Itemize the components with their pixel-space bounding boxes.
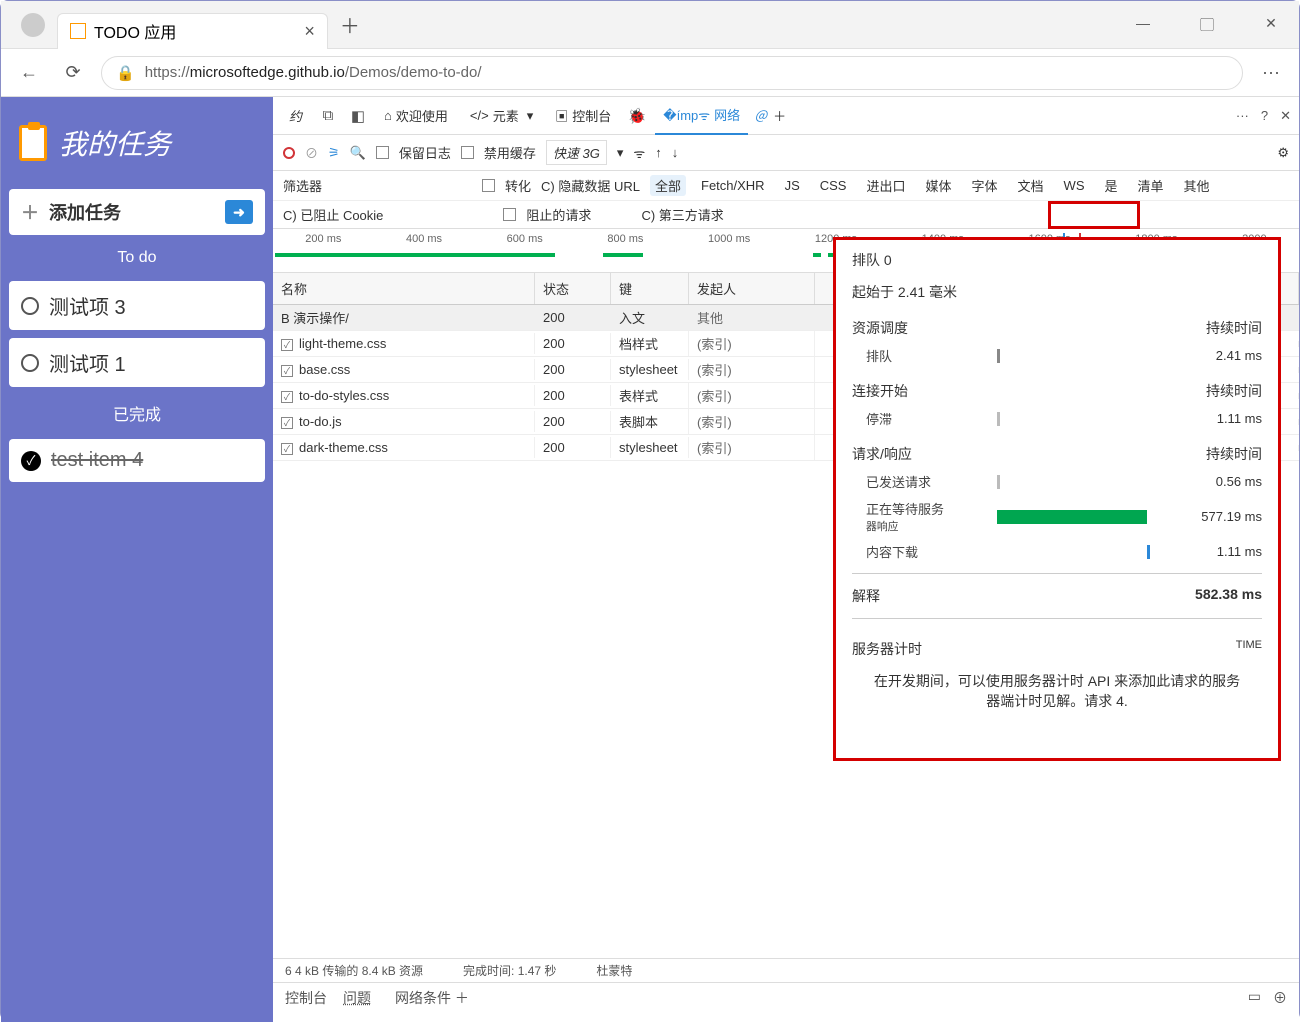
- url-input[interactable]: 🔒 https://microsoftedge.github.io/Demos/…: [101, 56, 1243, 90]
- wifi-icon: �ímpᯤ: [663, 106, 710, 124]
- circle-icon[interactable]: [21, 354, 39, 372]
- more-icon[interactable]: ···: [1236, 108, 1249, 124]
- devtools-panel: 约 ⧉ ◧ ⌂欢迎使用 </>元素▾ ▣控制台 🐞 �ímpᯤ网络 ＠ ＋ ··…: [273, 97, 1299, 1022]
- bug-icon[interactable]: 🐞: [625, 107, 649, 125]
- tab-inspect[interactable]: 约: [281, 97, 310, 135]
- upload-icon[interactable]: ↑: [655, 145, 662, 160]
- wifi-icon[interactable]: ᯤ: [633, 144, 645, 162]
- circle-icon[interactable]: [21, 297, 39, 315]
- clipboard-icon: [19, 125, 47, 161]
- search-icon[interactable]: 🔍: [350, 145, 366, 161]
- plus-icon: ＋: [21, 199, 39, 225]
- network-filter-bar: 筛选器 转化 C) 隐藏数据 URL 全部 Fetch/XHR JS CSS 进…: [273, 171, 1299, 201]
- add-task-card[interactable]: ＋ 添加任务 ➜: [9, 189, 265, 235]
- drawer-icon[interactable]: ▭: [1248, 988, 1261, 1008]
- tab-elements[interactable]: </>元素▾: [462, 97, 541, 135]
- filter-css[interactable]: CSS: [815, 177, 852, 194]
- address-bar: ← ⟳ 🔒 https://microsoftedge.github.io/De…: [1, 49, 1299, 97]
- tab-network[interactable]: �ímpᯤ网络: [655, 97, 748, 135]
- settings-icon[interactable]: ⚙: [1277, 145, 1289, 161]
- close-window-button[interactable]: ✕: [1251, 15, 1291, 35]
- filter-fetch[interactable]: Fetch/XHR: [696, 177, 770, 194]
- more-button[interactable]: ···: [1255, 62, 1287, 83]
- close-tab-icon[interactable]: ×: [304, 21, 315, 42]
- record-button[interactable]: [283, 147, 295, 159]
- drawer-issues[interactable]: 问题: [343, 988, 371, 1008]
- disable-cache-checkbox[interactable]: [461, 146, 474, 159]
- profile-avatar[interactable]: [21, 13, 45, 37]
- invert-checkbox[interactable]: [482, 179, 495, 192]
- new-tab-button[interactable]: ＋: [340, 10, 360, 39]
- minimize-button[interactable]: —: [1123, 15, 1163, 35]
- tab-console[interactable]: ▣控制台: [547, 97, 619, 135]
- submit-icon[interactable]: ➜: [225, 200, 253, 224]
- throttling-select[interactable]: 快速 3G: [546, 140, 607, 165]
- filter-button[interactable]: ⚞: [328, 145, 340, 161]
- drawer-icon[interactable]: ⊕: [1273, 988, 1287, 1008]
- preserve-log-checkbox[interactable]: [376, 146, 389, 159]
- highlight-waterfall-cell: [1048, 201, 1140, 229]
- console-icon: ▣: [555, 106, 568, 125]
- dropdown-icon[interactable]: ▾: [617, 145, 624, 161]
- todo-app: 我的任务 ＋ 添加任务 ➜ To do 测试项 3 测试项 1 已完成 ✓tes…: [1, 97, 273, 1022]
- help-icon[interactable]: ?: [1261, 108, 1268, 124]
- todo-header: To do: [9, 243, 265, 273]
- filter-js[interactable]: JS: [780, 177, 805, 194]
- window-title-bar: TODO 应用 × ＋ — ▢ ✕: [1, 1, 1299, 49]
- lock-icon: 🔒: [116, 64, 135, 82]
- maximize-button[interactable]: ▢: [1187, 15, 1227, 35]
- filter-all[interactable]: 全部: [650, 175, 686, 196]
- network-toolbar: ⊘ ⚞ 🔍 保留日志 禁用缓存 快速 3G ▾ ᯤ ↑ ↓ ⚙: [273, 135, 1299, 171]
- device-icon[interactable]: ⧉: [316, 107, 340, 124]
- devtools-tabs: 约 ⧉ ◧ ⌂欢迎使用 </>元素▾ ▣控制台 🐞 �ímpᯤ网络 ＠ ＋ ··…: [273, 97, 1299, 135]
- home-icon: ⌂: [384, 108, 392, 123]
- browser-tab[interactable]: TODO 应用 ×: [57, 13, 328, 49]
- timing-tooltip: 排队 0 起始于 2.41 毫米 资源调度持续时间 排队2.41 ms 连接开始…: [833, 237, 1281, 761]
- page-favicon: [70, 23, 86, 39]
- clear-button[interactable]: ⊘: [305, 143, 318, 162]
- filter-input[interactable]: 筛选器: [283, 176, 322, 195]
- plus-tab-button[interactable]: ＋: [773, 106, 786, 125]
- close-devtools-button[interactable]: ✕: [1280, 108, 1291, 124]
- back-button[interactable]: ←: [13, 62, 45, 83]
- dock-icon[interactable]: ◧: [346, 107, 370, 125]
- done-item[interactable]: ✓test item 4: [9, 439, 265, 482]
- tab-title: TODO 应用: [94, 19, 176, 43]
- drawer-netcond[interactable]: 网络条件 ＋: [387, 985, 477, 1011]
- refresh-button[interactable]: ⟳: [57, 62, 89, 83]
- at-icon[interactable]: ＠: [754, 106, 767, 125]
- devtools-drawer: 控制台 问题 网络条件 ＋ ▭ ⊕: [273, 982, 1299, 1012]
- tab-welcome[interactable]: ⌂欢迎使用: [376, 97, 456, 135]
- network-status-bar: 6 4 kB 传输的 8.4 kB 资源 完成时间: 1.47 秒 杜蒙特: [273, 958, 1299, 982]
- todo-item[interactable]: 测试项 3: [9, 281, 265, 330]
- check-icon[interactable]: ✓: [21, 451, 41, 471]
- todo-item[interactable]: 测试项 1: [9, 338, 265, 387]
- app-title: 我的任务: [9, 105, 265, 181]
- done-header: 已完成: [9, 395, 265, 431]
- download-icon[interactable]: ↓: [672, 145, 679, 160]
- drawer-console[interactable]: 控制台: [285, 988, 327, 1008]
